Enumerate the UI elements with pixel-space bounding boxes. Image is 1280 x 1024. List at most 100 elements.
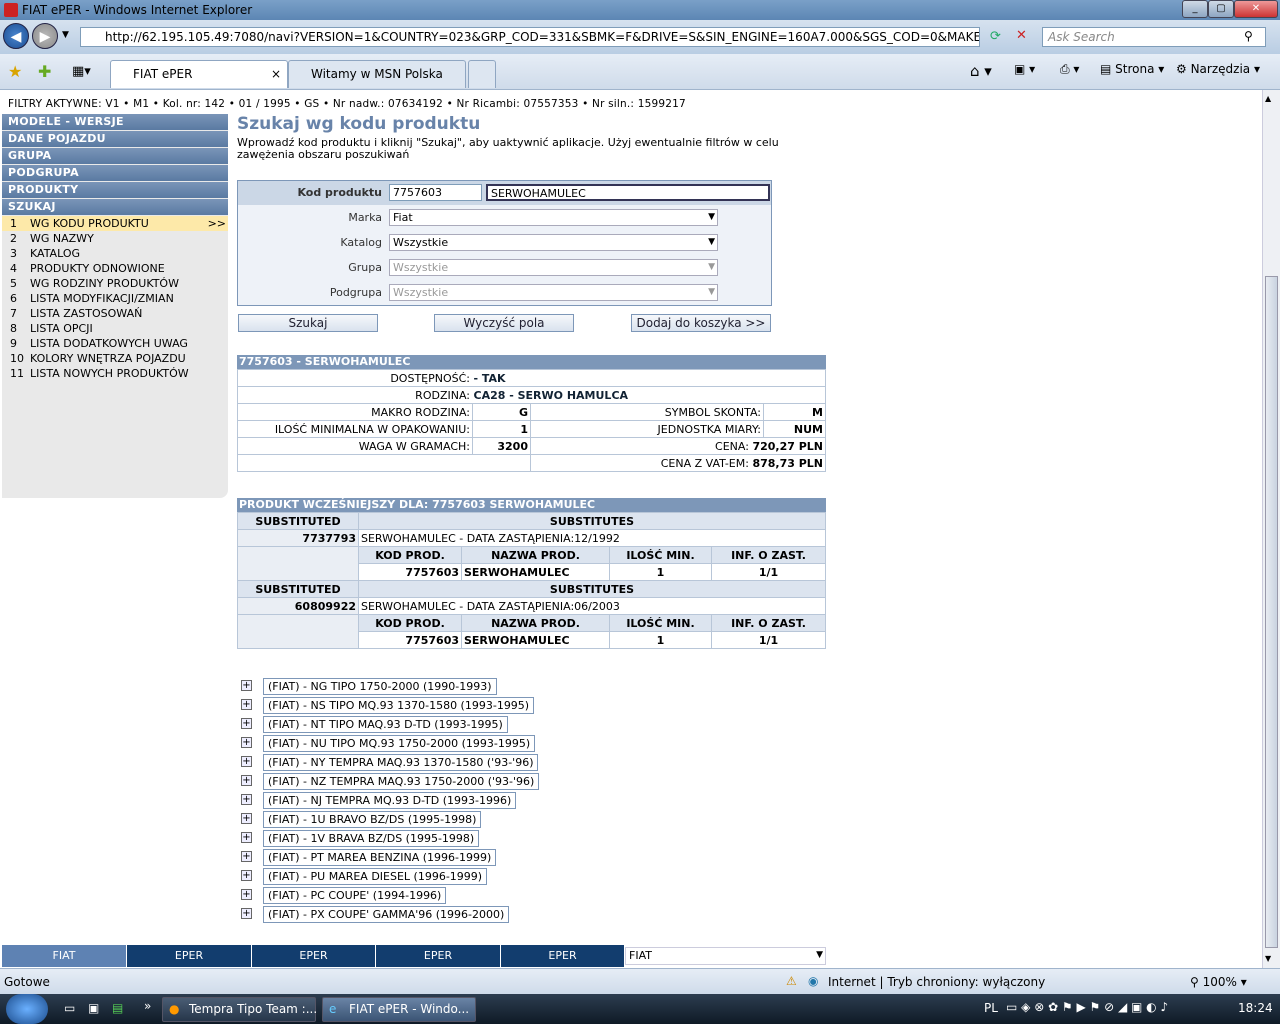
application-link[interactable]: (FIAT) - NU TIPO MQ.93 1750-2000 (1993-1… xyxy=(263,735,536,752)
footer-tab-fiat[interactable]: FIAT xyxy=(2,945,126,967)
language-indicator[interactable]: PL xyxy=(984,1001,998,1015)
quick-tabs-icon[interactable]: ▦▾ xyxy=(72,64,91,79)
application-link[interactable]: (FIAT) - 1U BRAVO BZ/DS (1995-1998) xyxy=(263,811,482,828)
code-input[interactable]: 7757603 xyxy=(389,184,482,201)
sidebar-item-by-name[interactable]: 2 WG NAZWY xyxy=(2,231,228,246)
stop-icon[interactable]: ✕ xyxy=(1016,28,1027,43)
expand-plus-icon[interactable]: + xyxy=(241,870,252,881)
sidebar-header-search[interactable]: SZUKAJ xyxy=(2,199,228,215)
search-input[interactable]: Ask Search xyxy=(1042,27,1266,47)
minimize-button[interactable]: _ xyxy=(1182,0,1208,18)
task-ie[interactable]: e FIAT ePER - Windo... xyxy=(322,997,476,1022)
expand-plus-icon[interactable]: + xyxy=(241,832,252,843)
application-link[interactable]: (FIAT) - NG TIPO 1750-2000 (1990-1993) xyxy=(263,678,497,695)
application-link[interactable]: (FIAT) - PC COUPE' (1994-1996) xyxy=(263,887,447,904)
protected-mode-icon[interactable]: ⚠ xyxy=(786,974,797,988)
history-dropdown-icon[interactable]: ▼ xyxy=(62,30,69,40)
application-link[interactable]: (FIAT) - NS TIPO MQ.93 1370-1580 (1993-1… xyxy=(263,697,535,714)
sidebar-item-catalog[interactable]: 3 KATALOG xyxy=(2,246,228,261)
favorites-star-icon[interactable]: ★ xyxy=(8,62,22,81)
scroll-down-icon[interactable]: ▼ xyxy=(1265,954,1271,963)
sidebar-header-vehicle-data[interactable]: DANE POJAZDU xyxy=(2,131,228,147)
sidebar-item-interior-colors[interactable]: 10 KOLORY WNĘTRZA POJAZDU xyxy=(2,351,228,366)
sidebar-header-models[interactable]: MODELE - WERSJE xyxy=(2,114,228,130)
expand-plus-icon[interactable]: + xyxy=(241,908,252,919)
application-link[interactable]: (FIAT) - NY TEMPRA MAQ.93 1370-1580 ('93… xyxy=(263,754,539,771)
zoom-control[interactable]: ⚲ 100% ▾ xyxy=(1190,975,1247,989)
new-tab-button[interactable] xyxy=(468,60,496,88)
brand-select[interactable]: FIAT ▼ xyxy=(625,947,826,965)
home-icon[interactable]: ⌂ ▾ xyxy=(970,62,992,80)
footer-tab-eper-4[interactable]: EPER xyxy=(501,945,624,967)
sidebar-item-options[interactable]: 8 LISTA OPCJI xyxy=(2,321,228,336)
catalog-select[interactable]: Wszystkie ▼ xyxy=(389,234,718,251)
page-menu[interactable]: ▤ Strona ▾ xyxy=(1100,62,1164,76)
refresh-icon[interactable]: ⟳ xyxy=(990,29,1001,44)
application-link[interactable]: (FIAT) - PX COUPE' GAMMA'96 (1996-2000) xyxy=(263,906,510,923)
footer-tab-eper-1[interactable]: EPER xyxy=(127,945,251,967)
make-select[interactable]: Fiat ▼ xyxy=(389,209,718,226)
sub-code[interactable]: 7757603 xyxy=(358,631,462,649)
address-input[interactable]: http://62.195.105.49:7080/navi?VERSION=1… xyxy=(80,27,980,47)
application-link[interactable]: (FIAT) - NZ TEMPRA MAQ.93 1750-2000 ('93… xyxy=(263,773,540,790)
search-button[interactable]: Szukaj xyxy=(238,314,378,332)
expand-plus-icon[interactable]: + xyxy=(241,737,252,748)
zone-text[interactable]: Internet | Tryb chroniony: wyłączony xyxy=(828,975,1045,989)
expand-plus-icon[interactable]: + xyxy=(241,851,252,862)
maximize-button[interactable]: ▢ xyxy=(1208,0,1234,18)
sidebar-header-group[interactable]: GRUPA xyxy=(2,148,228,164)
group-select[interactable]: Wszystkie ▼ xyxy=(389,259,718,276)
tools-menu[interactable]: ⚙ Narzędzia ▾ xyxy=(1176,62,1260,76)
expand-plus-icon[interactable]: + xyxy=(241,889,252,900)
footer-tab-eper-3[interactable]: EPER xyxy=(376,945,500,967)
application-link[interactable]: (FIAT) - NT TIPO MAQ.93 D-TD (1993-1995) xyxy=(263,716,508,733)
sidebar-item-by-code[interactable]: 1 WG KODU PRODUKTU >> xyxy=(2,216,228,231)
scroll-thumb[interactable] xyxy=(1265,276,1278,948)
feeds-icon[interactable]: ▣ ▾ xyxy=(1014,62,1035,76)
sidebar-header-products[interactable]: PRODUKTY xyxy=(2,182,228,198)
back-button[interactable]: ◀ xyxy=(3,23,29,49)
application-link[interactable]: (FIAT) - PU MAREA DIESEL (1996-1999) xyxy=(263,868,488,885)
expand-plus-icon[interactable]: + xyxy=(241,718,252,729)
tab-fiat-eper[interactable]: FIAT ePER × xyxy=(110,60,288,88)
sidebar-item-notes[interactable]: 9 LISTA DODATKOWYCH UWAG xyxy=(2,336,228,351)
clear-button[interactable]: Wyczyść pola xyxy=(434,314,574,332)
expand-plus-icon[interactable]: + xyxy=(241,680,252,691)
scroll-up-icon[interactable]: ▲ xyxy=(1265,94,1271,103)
application-link[interactable]: (FIAT) - NJ TEMPRA MQ.93 D-TD (1993-1996… xyxy=(263,792,517,809)
sidebar-item-modifications[interactable]: 6 LISTA MODYFIKACJI/ZMIAN xyxy=(2,291,228,306)
sidebar-header-subgroup[interactable]: PODGRUPA xyxy=(2,165,228,181)
quicklaunch-more-icon[interactable]: » xyxy=(144,999,151,1013)
name-input[interactable]: SERWOHAMULEC xyxy=(486,184,770,201)
search-icon[interactable]: ⚲ xyxy=(1244,29,1253,43)
sub-code[interactable]: 7757603 xyxy=(358,563,462,581)
close-window-button[interactable]: ✕ xyxy=(1234,0,1278,18)
clock[interactable]: 18:24 xyxy=(1238,1001,1273,1015)
sidebar-item-new-products[interactable]: 11 LISTA NOWYCH PRODUKTÓW xyxy=(2,366,228,381)
expand-plus-icon[interactable]: + xyxy=(241,813,252,824)
add-to-cart-button[interactable]: Dodaj do koszyka >> xyxy=(631,314,771,332)
add-favorite-icon[interactable]: ✚ xyxy=(38,62,51,81)
forward-button[interactable]: ▶ xyxy=(32,23,58,49)
application-link[interactable]: (FIAT) - PT MAREA BENZINA (1996-1999) xyxy=(263,849,497,866)
quicklaunch-icon[interactable]: ▤ xyxy=(112,1001,123,1015)
sidebar-item-family[interactable]: 5 WG RODZINY PRODUKTÓW xyxy=(2,276,228,291)
expand-plus-icon[interactable]: + xyxy=(241,775,252,786)
expand-plus-icon[interactable]: + xyxy=(241,756,252,767)
tray-icons[interactable]: ▭ ◈ ⊗ ✿ ⚑ ▶ ⚑ ⊘ ◢ ▣ ◐ ♪ xyxy=(1006,1000,1168,1014)
tab-msn[interactable]: Witamy w MSN Polska xyxy=(288,60,466,88)
subgroup-select[interactable]: Wszystkie ▼ xyxy=(389,284,718,301)
sidebar-item-applications[interactable]: 7 LISTA ZASTOSOWAŃ xyxy=(2,306,228,321)
switch-windows-icon[interactable]: ▣ xyxy=(88,1001,99,1015)
start-button[interactable] xyxy=(6,994,48,1024)
show-desktop-icon[interactable]: ▭ xyxy=(64,1001,75,1015)
footer-tab-eper-2[interactable]: EPER xyxy=(252,945,375,967)
print-icon[interactable]: ⎙ ▾ xyxy=(1060,62,1079,77)
expand-plus-icon[interactable]: + xyxy=(241,794,252,805)
application-link[interactable]: (FIAT) - 1V BRAVA BZ/DS (1995-1998) xyxy=(263,830,480,847)
vertical-scrollbar[interactable]: ▲ ▼ xyxy=(1262,90,1280,968)
task-firefox[interactable]: ● Tempra Tipo Team :... xyxy=(162,997,317,1022)
close-tab-icon[interactable]: × xyxy=(271,61,281,87)
expand-plus-icon[interactable]: + xyxy=(241,699,252,710)
sidebar-item-renewed[interactable]: 4 PRODUKTY ODNOWIONE xyxy=(2,261,228,276)
